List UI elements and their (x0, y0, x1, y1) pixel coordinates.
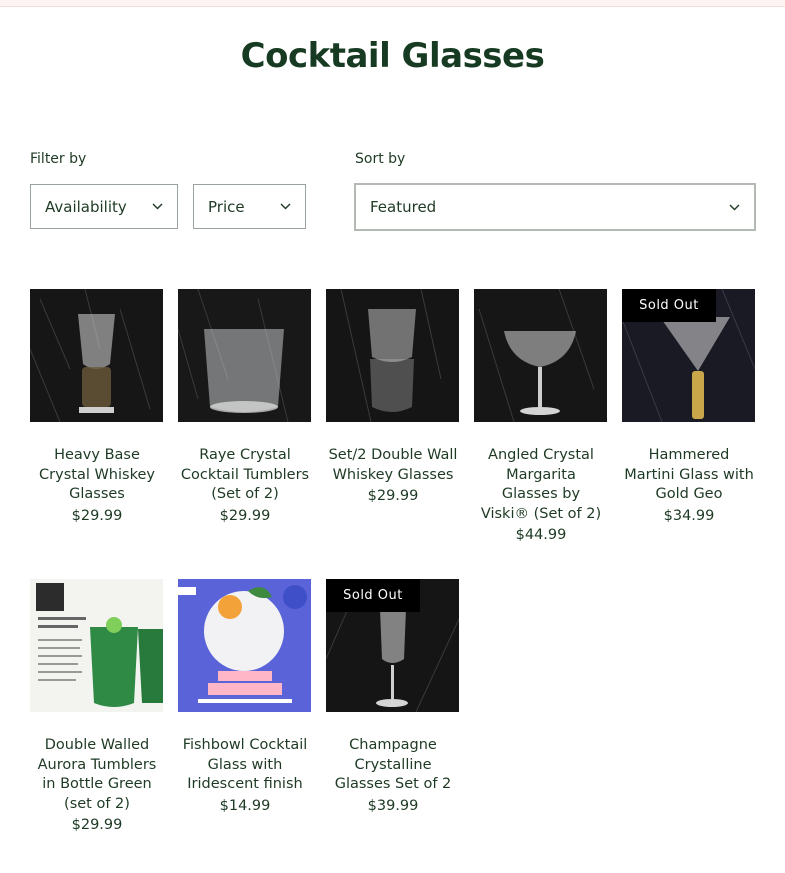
product-image[interactable] (30, 289, 163, 422)
product-image[interactable]: Sold Out (326, 579, 459, 712)
filter-by-label: Filter by (30, 151, 87, 167)
availability-filter-label: Availability (45, 197, 127, 216)
product-title[interactable]: Double Walled Aurora Tumblers in Bottle … (30, 736, 164, 814)
product-card[interactable]: Sold Out Hammered Martini Glass with Gol… (622, 289, 756, 524)
sold-out-badge: Sold Out (622, 289, 716, 322)
product-image[interactable] (178, 289, 311, 422)
product-card[interactable]: Heavy Base Crystal Whiskey Glasses $29.9… (30, 289, 164, 524)
announcement-bar (0, 0, 785, 7)
product-title[interactable]: Fishbowl Cocktail Glass with Iridescent … (178, 736, 312, 795)
sort-selected-value: Featured (370, 198, 437, 216)
product-image[interactable] (326, 289, 459, 422)
product-price: $34.99 (663, 507, 715, 524)
product-title[interactable]: Champagne Crystalline Glasses Set of 2 (326, 736, 460, 795)
sort-by-label: Sort by (355, 151, 406, 167)
product-title[interactable]: Raye Crystal Cocktail Tumblers (Set of 2… (178, 446, 312, 505)
price-filter[interactable]: Price (193, 184, 306, 229)
chevron-down-icon (279, 201, 291, 213)
availability-filter[interactable]: Availability (30, 184, 178, 229)
product-price: $39.99 (367, 797, 419, 814)
product-price: $44.99 (515, 527, 567, 543)
product-card[interactable]: Angled Crystal Margarita Glasses by Visk… (474, 289, 608, 543)
product-price: $29.99 (71, 507, 123, 524)
product-card[interactable]: Sold Out Champagne Crystalline Glasses S… (326, 579, 460, 814)
product-title[interactable]: Heavy Base Crystal Whiskey Glasses (30, 446, 164, 505)
product-card[interactable]: Set/2 Double Wall Whiskey Glasses $29.99 (326, 289, 460, 504)
product-image[interactable]: Sold Out (622, 289, 755, 422)
product-card[interactable]: Fishbowl Cocktail Glass with Iridescent … (178, 579, 312, 814)
product-card[interactable]: Double Walled Aurora Tumblers in Bottle … (30, 579, 164, 833)
product-image[interactable] (30, 579, 163, 712)
sort-select[interactable]: Featured (354, 183, 756, 231)
chevron-down-icon (151, 201, 163, 213)
product-price: $29.99 (71, 817, 123, 833)
product-card[interactable]: Raye Crystal Cocktail Tumblers (Set of 2… (178, 289, 312, 524)
product-title[interactable]: Set/2 Double Wall Whiskey Glasses (326, 446, 460, 485)
product-title[interactable]: Angled Crystal Margarita Glasses by Visk… (474, 446, 608, 524)
product-price: $29.99 (367, 488, 419, 504)
product-price: $14.99 (219, 797, 271, 814)
chevron-down-icon (728, 201, 740, 213)
product-image[interactable] (474, 289, 607, 422)
price-filter-label: Price (208, 197, 245, 216)
sold-out-badge: Sold Out (326, 579, 420, 612)
product-image[interactable] (178, 579, 311, 712)
product-title[interactable]: Hammered Martini Glass with Gold Geo (622, 446, 756, 505)
page-title: Cocktail Glasses (240, 36, 545, 76)
product-price: $29.99 (219, 507, 271, 524)
